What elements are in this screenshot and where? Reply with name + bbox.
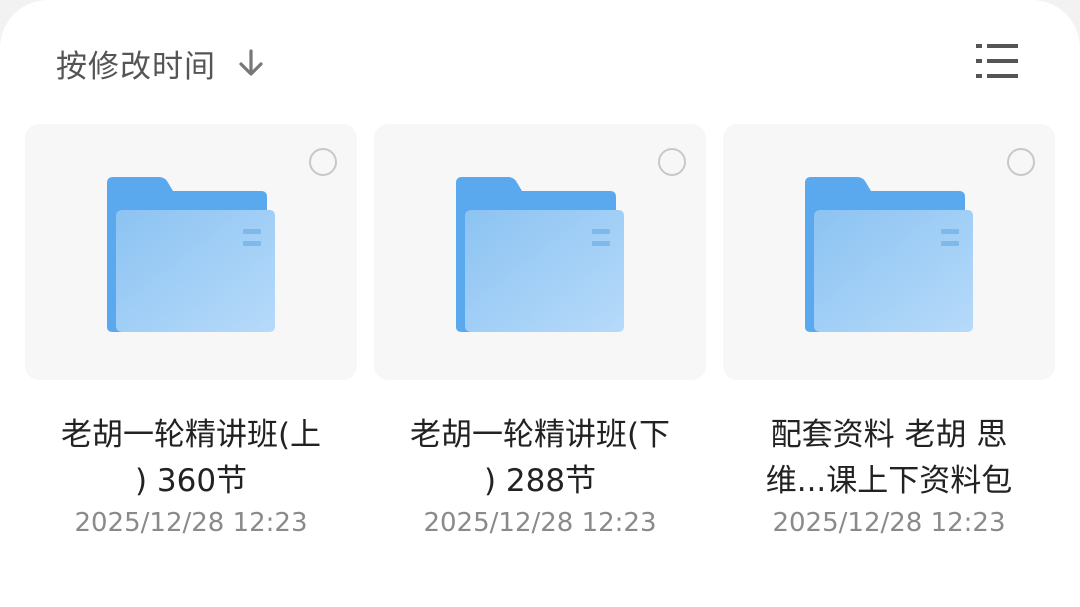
folder-name-line2: ) 288节: [483, 463, 597, 499]
list-view-icon: [976, 44, 1018, 78]
modified-date: 2025/12/28 12:23: [423, 508, 657, 538]
modified-date: 2025/12/28 12:23: [74, 508, 308, 538]
select-checkbox[interactable]: [1007, 148, 1035, 176]
sort-label: 按修改时间: [56, 48, 216, 85]
list-view-toggle-button[interactable]: [972, 40, 1022, 82]
folder-icon: [805, 177, 973, 332]
folder-name-line1: 老胡一轮精讲班(下: [409, 417, 671, 453]
folder-thumbnail[interactable]: [374, 124, 706, 380]
select-checkbox[interactable]: [309, 148, 337, 176]
folder-name: 配套资料 老胡 思 维...课上下资料包: [723, 412, 1055, 504]
folder-name: 老胡一轮精讲班(上 ) 360节: [25, 412, 357, 504]
folder-thumbnail[interactable]: [723, 124, 1055, 380]
folder-thumbnail[interactable]: [25, 124, 357, 380]
folder-name-line1: 老胡一轮精讲班(上: [60, 417, 322, 453]
file-browser-sheet: 按修改时间 老胡一轮精讲班(上) 360节 2025/12/28 12:23 …: [0, 0, 1080, 607]
folder-name-line2: 维...课上下资料包: [765, 463, 1013, 499]
folder-name: 老胡一轮精讲班(下 ) 288节: [374, 412, 706, 504]
sort-by-modified-button[interactable]: 按修改时间: [56, 38, 266, 88]
folder-icon: [456, 177, 624, 332]
folder-icon: [107, 177, 275, 332]
arrow-down-icon: [236, 48, 266, 78]
folder-name-line2: ) 360节: [134, 463, 248, 499]
modified-date: 2025/12/28 12:23: [772, 508, 1006, 538]
select-checkbox[interactable]: [658, 148, 686, 176]
folder-name-line1: 配套资料 老胡 思: [770, 417, 1008, 453]
